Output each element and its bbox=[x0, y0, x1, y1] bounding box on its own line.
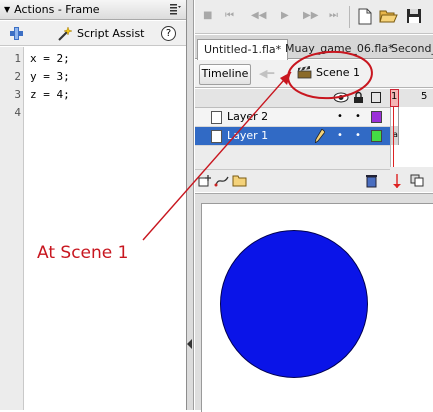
code-line[interactable]: x = 2; bbox=[30, 52, 70, 65]
collapse-triangle-icon[interactable]: ▼ bbox=[4, 5, 10, 14]
step-back-icon[interactable]: ◀◀ bbox=[251, 10, 266, 21]
stage-area bbox=[195, 193, 433, 412]
layer-name[interactable]: Layer 2 bbox=[227, 110, 268, 123]
code-line[interactable]: y = 3; bbox=[30, 70, 70, 83]
back-arrow-icon[interactable]: ◀━ bbox=[259, 67, 274, 80]
layer-color-swatch[interactable] bbox=[371, 111, 382, 123]
line-number: 1 bbox=[14, 52, 21, 65]
actions-toolbar: Script Assist ? bbox=[0, 21, 186, 46]
annotation-label: At Scene 1 bbox=[37, 243, 129, 263]
new-file-icon[interactable] bbox=[358, 8, 372, 25]
help-icon[interactable]: ? bbox=[161, 26, 176, 41]
stage-canvas[interactable] bbox=[201, 203, 433, 412]
layer-icon bbox=[211, 111, 222, 124]
timeline-toggle-button[interactable]: Timeline bbox=[199, 64, 251, 85]
frame-grid[interactable]: a bbox=[390, 107, 433, 167]
edit-bar: Timeline ◀━ Scene 1 bbox=[195, 60, 433, 88]
center-frame-icon[interactable] bbox=[392, 174, 402, 188]
insert-layer-icon[interactable] bbox=[198, 174, 212, 187]
outline-toggle-icon[interactable] bbox=[371, 92, 381, 103]
document-tab[interactable]: Second_ bbox=[385, 39, 433, 59]
line-number: 3 bbox=[14, 88, 21, 101]
frame-number: 5 bbox=[421, 91, 428, 102]
add-statement-icon[interactable] bbox=[9, 26, 24, 41]
lock-dot[interactable]: • bbox=[355, 130, 361, 141]
layer-color-swatch[interactable] bbox=[371, 130, 382, 142]
open-folder-icon[interactable] bbox=[379, 8, 398, 24]
line-number-gutter: 1 2 3 4 bbox=[0, 47, 24, 410]
layer-row[interactable]: Layer 2 • • bbox=[195, 108, 390, 127]
playhead-line bbox=[393, 107, 394, 167]
layer-row-selected[interactable]: Layer 1 • • bbox=[195, 127, 390, 146]
play-icon[interactable]: ▶ bbox=[281, 10, 289, 21]
stop-icon[interactable]: ■ bbox=[203, 10, 212, 21]
visibility-dot[interactable]: • bbox=[337, 111, 343, 122]
timeline-header: 1 5 bbox=[195, 89, 433, 108]
step-forward-icon[interactable]: ▶▶ bbox=[303, 10, 318, 21]
line-number: 2 bbox=[14, 70, 21, 83]
delete-layer-trash-icon[interactable] bbox=[365, 173, 378, 188]
layer-icon bbox=[211, 130, 222, 143]
document-tab[interactable]: Muay_game_06.fla* bbox=[279, 39, 400, 59]
panel-menu-icon[interactable] bbox=[169, 3, 181, 15]
blue-circle-shape[interactable] bbox=[220, 230, 368, 378]
document-tab[interactable]: Untitled-1.fla* bbox=[197, 39, 289, 60]
document-tab-bar: Untitled-1.fla* Muay_game_06.fla* Second… bbox=[195, 35, 433, 60]
magic-wand-icon bbox=[58, 25, 72, 41]
lock-icon[interactable] bbox=[353, 91, 364, 104]
lock-dot[interactable]: • bbox=[355, 111, 361, 122]
insert-folder-icon[interactable] bbox=[232, 173, 248, 187]
timeline-footer bbox=[195, 169, 424, 192]
code-line[interactable]: z = 4; bbox=[30, 88, 70, 101]
onion-skin-icon[interactable] bbox=[410, 174, 424, 187]
actions-panel-header[interactable]: ▼ Actions - Frame bbox=[0, 0, 186, 20]
timeline-panel: 1 5 Layer 2 • • Layer 1 • • a bbox=[195, 89, 433, 192]
go-to-end-icon[interactable]: ⏭ bbox=[329, 10, 338, 21]
rewind-icon[interactable]: ⏮ bbox=[225, 10, 234, 21]
line-number: 4 bbox=[14, 106, 21, 119]
actions-panel-title: Actions - Frame bbox=[14, 3, 100, 16]
main-toolbar: ■ ⏮ ◀◀ ▶ ▶▶ ⏭ bbox=[195, 0, 433, 34]
scene-label: Scene 1 bbox=[316, 66, 361, 79]
script-assist-label: Script Assist bbox=[77, 27, 145, 40]
show-hide-eye-icon[interactable] bbox=[333, 92, 349, 103]
layer-name[interactable]: Layer 1 bbox=[227, 129, 268, 142]
toolbar-separator bbox=[349, 6, 350, 28]
frame-number: 1 bbox=[391, 91, 398, 102]
visibility-dot[interactable]: • bbox=[337, 130, 343, 141]
save-icon[interactable] bbox=[406, 8, 422, 24]
clapperboard-icon bbox=[297, 66, 312, 79]
script-editor[interactable]: x = 2; y = 3; z = 4; bbox=[25, 47, 186, 410]
pencil-icon bbox=[315, 129, 325, 143]
panel-splitter[interactable] bbox=[187, 0, 194, 410]
add-motion-guide-icon[interactable] bbox=[214, 174, 230, 187]
actions-panel: ▼ Actions - Frame Script Assist ? 1 2 3 … bbox=[0, 0, 187, 410]
scene-breadcrumb[interactable]: Scene 1 bbox=[297, 66, 360, 79]
collapse-arrow-icon[interactable] bbox=[187, 339, 192, 349]
script-assist-button[interactable]: Script Assist bbox=[56, 25, 145, 42]
